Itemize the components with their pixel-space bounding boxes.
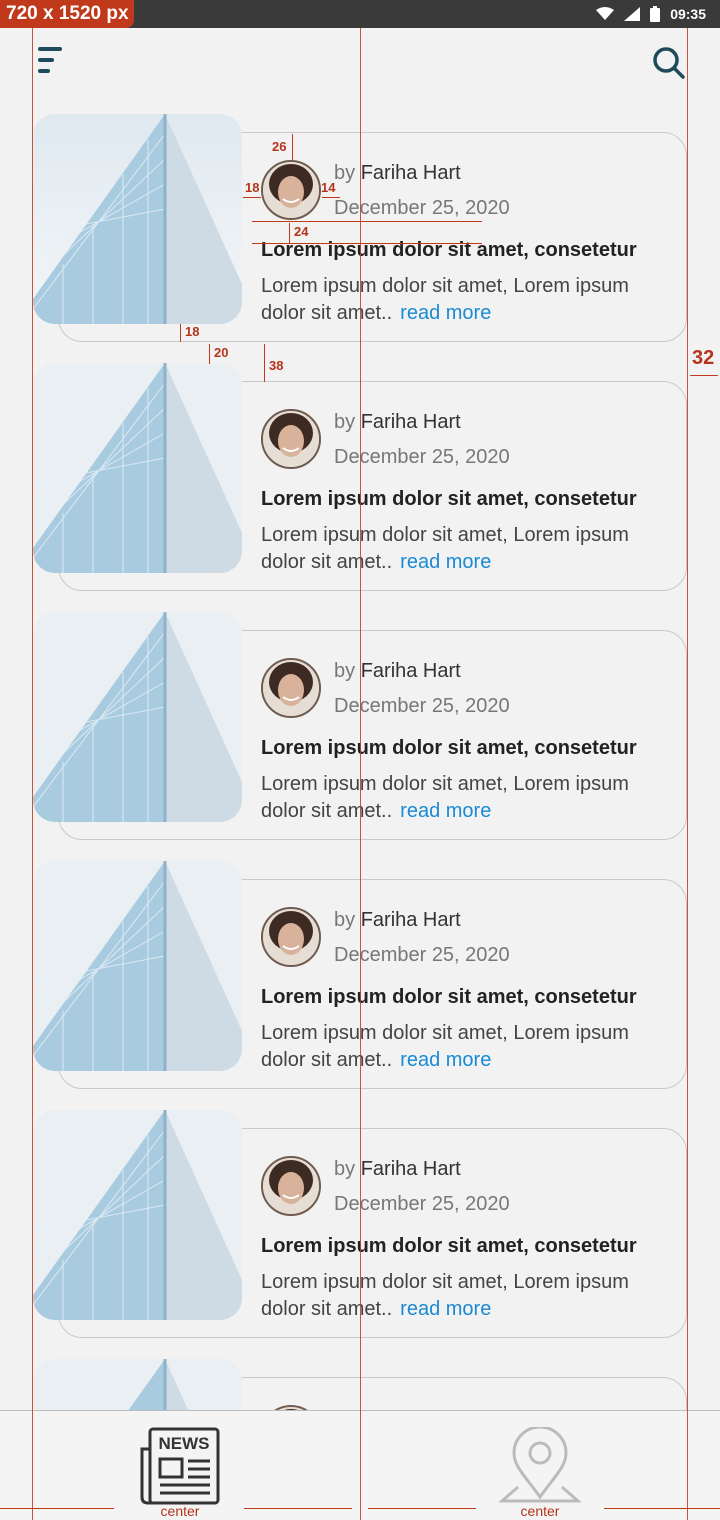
dim-avatar-top: 26 bbox=[272, 139, 287, 154]
post-excerpt: Lorem ipsum dolor sit amet, Lorem ipsum … bbox=[261, 275, 629, 324]
guide-line-nav bbox=[244, 1508, 352, 1509]
dim-avatar-left: 18 bbox=[245, 180, 260, 195]
search-icon[interactable] bbox=[652, 46, 686, 80]
guide-line-right bbox=[687, 28, 688, 1520]
dim-tick bbox=[690, 375, 718, 376]
post-excerpt: Lorem ipsum dolor sit amet, Lorem ipsum … bbox=[261, 773, 629, 822]
post-title[interactable]: Lorem ipsum dolor sit amet, consetetur bbox=[261, 737, 637, 760]
dim-card-gap-1: 18 bbox=[185, 324, 200, 339]
menu-icon[interactable] bbox=[38, 46, 64, 76]
author-name[interactable]: Fariha Hart bbox=[361, 1158, 461, 1180]
size-badge: 720 x 1520 px bbox=[0, 0, 134, 28]
post-excerpt: Lorem ipsum dolor sit amet, Lorem ipsum … bbox=[261, 1271, 629, 1320]
dim-right-margin: 32 bbox=[692, 347, 715, 369]
post-title[interactable]: Lorem ipsum dolor sit amet, consetetur bbox=[261, 986, 637, 1009]
post-excerpt: Lorem ipsum dolor sit amet, Lorem ipsum … bbox=[261, 1022, 629, 1071]
dim-title-gap: 24 bbox=[294, 224, 309, 239]
dim-tick bbox=[243, 197, 261, 198]
byline: by Fariha Hart bbox=[334, 660, 461, 682]
read-more-link[interactable]: read more bbox=[400, 551, 491, 573]
dim-tick bbox=[209, 344, 210, 364]
post-thumbnail bbox=[33, 612, 242, 822]
map-pin-icon bbox=[498, 1427, 582, 1503]
post-title[interactable]: Lorem ipsum dolor sit amet, consetetur bbox=[261, 488, 637, 511]
read-more-link[interactable]: read more bbox=[400, 800, 491, 822]
post-excerpt: Lorem ipsum dolor sit amet, Lorem ipsum … bbox=[261, 524, 629, 573]
author-avatar[interactable] bbox=[261, 160, 321, 220]
author-name[interactable]: Fariha Hart bbox=[361, 162, 461, 184]
guide-line-left bbox=[32, 28, 33, 1520]
read-more-link[interactable]: read more bbox=[400, 1298, 491, 1320]
author-avatar[interactable] bbox=[261, 907, 321, 967]
newspaper-icon: NEWS bbox=[140, 1427, 220, 1505]
post-thumbnail bbox=[33, 1359, 242, 1410]
post-thumbnail bbox=[33, 1110, 242, 1320]
post-thumbnail bbox=[33, 861, 242, 1071]
dim-tick bbox=[292, 134, 293, 160]
dim-tick bbox=[264, 344, 265, 382]
guide-line-nav bbox=[368, 1508, 476, 1509]
guide-line-nav bbox=[0, 1508, 114, 1509]
author-name[interactable]: Fariha Hart bbox=[361, 909, 461, 931]
read-more-link[interactable]: read more bbox=[400, 1049, 491, 1071]
nav-location[interactable]: center bbox=[470, 1411, 610, 1520]
byline: by Fariha Hart bbox=[334, 909, 461, 931]
post-title[interactable]: Lorem ipsum dolor sit amet, consetetur bbox=[261, 1235, 637, 1258]
post-thumbnail bbox=[33, 363, 242, 573]
battery-icon bbox=[650, 6, 661, 22]
author-name[interactable]: Fariha Hart bbox=[361, 660, 461, 682]
dim-avatar-right: 14 bbox=[321, 180, 336, 195]
author-avatar[interactable] bbox=[261, 658, 321, 718]
nav-news[interactable]: NEWS center bbox=[110, 1411, 250, 1520]
guide-line-title-bottom bbox=[252, 243, 482, 244]
byline: by Fariha Hart bbox=[334, 1158, 461, 1180]
status-icons: 09:35 bbox=[596, 0, 706, 28]
guide-line-nav bbox=[604, 1508, 720, 1509]
author-avatar[interactable] bbox=[261, 409, 321, 469]
dim-tick bbox=[180, 324, 181, 342]
svg-text:NEWS: NEWS bbox=[159, 1434, 210, 1453]
status-time: 09:35 bbox=[670, 6, 706, 22]
nav-news-label: center bbox=[160, 1503, 200, 1519]
wifi-icon bbox=[596, 7, 615, 20]
byline: by Fariha Hart bbox=[334, 411, 461, 433]
guide-line-center bbox=[360, 28, 361, 1520]
signal-icon bbox=[624, 7, 641, 21]
post-thumbnail bbox=[33, 114, 242, 324]
status-bar: 720 x 1520 px 09:35 bbox=[0, 0, 720, 28]
dim-card-gap-2: 20 bbox=[214, 345, 229, 360]
dim-tick bbox=[289, 223, 290, 243]
author-avatar[interactable] bbox=[261, 1156, 321, 1216]
guide-line-title-top bbox=[252, 221, 482, 222]
byline: by Fariha Hart bbox=[334, 162, 461, 184]
dim-tick bbox=[322, 197, 340, 198]
nav-location-label: center bbox=[520, 1503, 560, 1519]
author-name[interactable]: Fariha Hart bbox=[361, 411, 461, 433]
dim-card-gap-3: 38 bbox=[269, 358, 284, 373]
read-more-link[interactable]: read more bbox=[400, 302, 491, 324]
